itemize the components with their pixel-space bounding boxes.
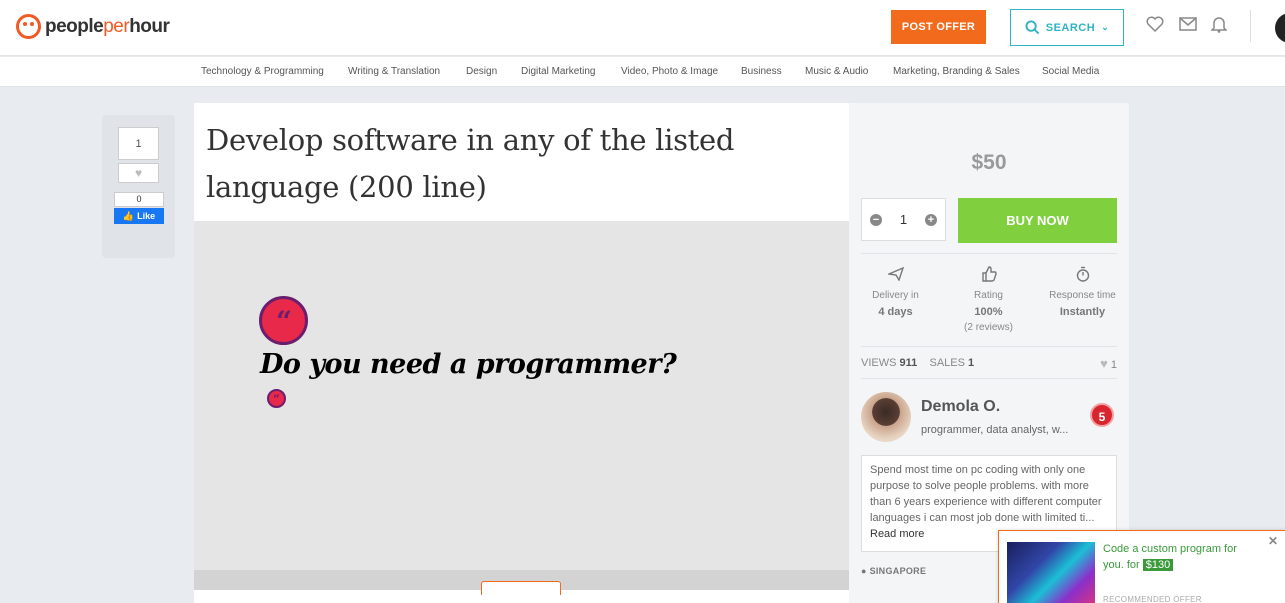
location-pin-icon: ● — [861, 566, 867, 576]
recommended-label: RECOMMENDED OFFER — [1103, 595, 1202, 603]
stat-label: Rating — [974, 290, 1003, 301]
stat-value: 100% — [974, 306, 1003, 318]
seller-level-badge: 5 — [1090, 403, 1114, 427]
heart-icon: ♥ — [1100, 356, 1108, 371]
offer-hero-image[interactable]: “ Do you need a programmer? “ — [194, 221, 849, 571]
purchase-panel: $50 − 1 + BUY NOW Delivery in 4 days Rat… — [849, 103, 1129, 603]
views-sales: VIEWS 911 SALES 1 — [861, 357, 974, 369]
category-design[interactable]: Design — [466, 66, 497, 77]
recommended-offer-text[interactable]: Code a custom program for you. for $130 — [1103, 541, 1253, 573]
offer-price: $50 — [971, 151, 1007, 174]
offer-title: Develop software in any of the listed la… — [206, 123, 735, 204]
header-divider — [1250, 10, 1251, 42]
minus-icon[interactable]: − — [870, 213, 882, 226]
seller-tagline: programmer, data analyst, w... — [921, 424, 1069, 436]
top-header: peopleperhour POST OFFER SEARCH ⌄ — [0, 0, 1285, 56]
read-more-link[interactable]: Read more — [870, 528, 924, 540]
category-writing-translation[interactable]: Writing & Translation — [348, 66, 440, 77]
location-text: SINGAPORE — [869, 566, 927, 576]
category-marketing-branding-sales[interactable]: Marketing, Branding & Sales — [893, 66, 1020, 77]
buy-now-button[interactable]: BUY NOW — [958, 198, 1117, 243]
seller-avatar[interactable] — [861, 392, 911, 442]
category-technology-programming[interactable]: Technology & Programming — [201, 66, 324, 77]
user-avatar[interactable] — [1275, 13, 1285, 43]
favorite-button[interactable]: ♥ — [118, 163, 159, 183]
heart-icon[interactable] — [1146, 16, 1164, 37]
offer-main: Develop software in any of the listed la… — [194, 103, 849, 603]
mail-icon[interactable] — [1179, 16, 1197, 36]
stat-delivery: Delivery in 4 days — [853, 266, 938, 320]
category-video-photo-image[interactable]: Video, Photo & Image — [621, 66, 718, 77]
heart-icon: ♥ — [134, 166, 143, 180]
bell-icon[interactable] — [1210, 16, 1228, 38]
logo-text: peopleperhour — [45, 15, 170, 37]
gallery-tab[interactable] — [481, 581, 561, 595]
stopwatch-icon — [1040, 266, 1125, 288]
share-widget: 1 ♥ 0 👍 Like — [102, 115, 175, 258]
fb-like-label: Like — [137, 211, 156, 221]
stat-rating: Rating 100% (2 reviews) — [946, 266, 1031, 336]
paper-plane-icon — [853, 266, 938, 288]
stat-label: Delivery in — [872, 290, 919, 301]
search-button[interactable]: SEARCH ⌄ — [1010, 9, 1124, 46]
divider — [861, 253, 1117, 254]
category-social-media[interactable]: Social Media — [1042, 66, 1099, 77]
category-business[interactable]: Business — [741, 66, 782, 77]
logo[interactable]: peopleperhour — [16, 14, 170, 39]
recommended-offer-popup[interactable]: ✕ Code a custom program for you. for $13… — [998, 530, 1285, 603]
hero-text: Do you need a programmer? — [260, 349, 677, 380]
sales-count: 1 — [968, 357, 975, 369]
category-music-audio[interactable]: Music & Audio — [805, 66, 868, 77]
close-icon[interactable]: ✕ — [1268, 534, 1278, 548]
post-offer-button[interactable]: POST OFFER — [891, 10, 986, 44]
quantity-stepper[interactable]: − 1 + — [861, 198, 946, 241]
views-label: VIEWS — [861, 357, 897, 369]
search-icon — [1025, 20, 1040, 35]
sales-label: SALES — [929, 357, 965, 369]
favorite-count: 1 — [118, 127, 159, 160]
stat-response-time: Response time Instantly — [1040, 266, 1125, 320]
fb-like-button[interactable]: 👍 Like — [114, 208, 164, 224]
likes-counter[interactable]: ♥ 1 — [1100, 356, 1117, 371]
search-label: SEARCH — [1045, 21, 1096, 34]
logo-icon — [16, 14, 41, 39]
stat-label: Response time — [1049, 290, 1116, 301]
recommended-offer-thumbnail[interactable] — [1007, 542, 1095, 603]
thumbs-up-icon — [946, 266, 1031, 288]
chevron-down-icon: ⌄ — [1101, 22, 1110, 32]
category-digital-marketing[interactable]: Digital Marketing — [521, 66, 595, 77]
thumbs-up-icon: 👍 — [122, 210, 135, 221]
bio-text: Spend most time on pc coding with only o… — [870, 464, 1102, 524]
fb-like-count: 0 — [114, 192, 164, 207]
recommended-offer-price: $130 — [1142, 559, 1174, 571]
stat-extra: (2 reviews) — [964, 322, 1013, 333]
divider — [861, 378, 1117, 379]
quote-icon-small: “ — [267, 389, 286, 408]
quote-icon: “ — [259, 296, 308, 345]
category-nav: Technology & Programming Writing & Trans… — [0, 57, 1285, 87]
likes-count: 1 — [1110, 359, 1117, 371]
views-count: 911 — [899, 357, 918, 369]
seller-location: ● SINGAPORE — [861, 566, 926, 576]
stat-value: 4 days — [878, 306, 913, 318]
seller-name[interactable]: Demola O. — [921, 398, 1000, 416]
plus-icon[interactable]: + — [924, 213, 937, 226]
stat-value: Instantly — [1059, 306, 1106, 318]
divider — [861, 346, 1117, 347]
quantity-value[interactable]: 1 — [900, 212, 907, 227]
